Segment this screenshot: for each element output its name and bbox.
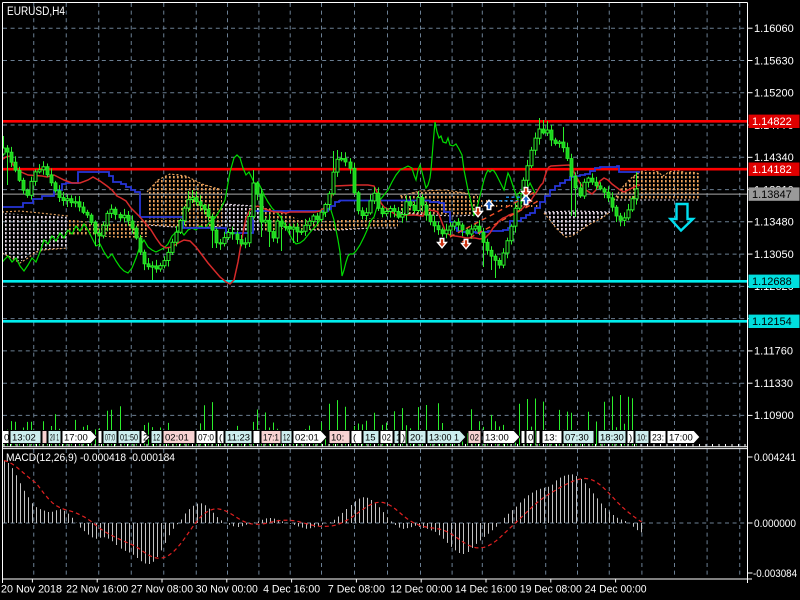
svg-text:0.004241: 0.004241 (754, 452, 796, 464)
svg-text:13:00: 13:00 (485, 433, 509, 444)
svg-text:01:50: 01:50 (120, 433, 138, 444)
svg-text:): ) (629, 433, 632, 444)
svg-text:27 Nov 08:00: 27 Nov 08:00 (131, 584, 193, 596)
svg-text:18:30: 18:30 (600, 433, 624, 444)
svg-text:17:00: 17:00 (64, 433, 88, 444)
svg-text:07:0: 07:0 (198, 433, 214, 444)
svg-text:MACD(12,26,9) -0.000418 -0.000: MACD(12,26,9) -0.000418 -0.000184 (6, 452, 175, 464)
svg-text:11:23: 11:23 (227, 433, 250, 444)
svg-text:1.10900: 1.10900 (754, 410, 794, 422)
svg-text:20:: 20: (410, 433, 423, 444)
svg-text:0: 0 (4, 433, 9, 444)
svg-text:30 Nov 00:00: 30 Nov 00:00 (196, 584, 258, 596)
svg-text:15: 15 (365, 433, 376, 444)
svg-text:2: 2 (143, 433, 148, 444)
svg-text:22 Nov 16:00: 22 Nov 16:00 (66, 584, 128, 596)
svg-text:): ) (402, 433, 405, 444)
svg-text:-0.003084: -0.003084 (753, 568, 797, 580)
svg-text:1.15630: 1.15630 (754, 55, 794, 67)
svg-text:1.11330: 1.11330 (754, 378, 793, 390)
svg-text:13:: 13: (544, 433, 557, 444)
svg-text:13:02: 13:02 (12, 433, 36, 444)
svg-text:1.13050: 1.13050 (754, 249, 794, 261)
svg-text:13:00 1: 13:00 1 (429, 433, 459, 444)
svg-text:14 Dec 16:00: 14 Dec 16:00 (455, 584, 517, 596)
svg-text:24 Dec 00:00: 24 Dec 00:00 (585, 584, 647, 596)
svg-text:10:: 10: (331, 433, 344, 444)
svg-text:1.13480: 1.13480 (754, 217, 794, 229)
svg-text:1.11760: 1.11760 (754, 346, 793, 358)
svg-text:23:: 23: (652, 433, 664, 444)
svg-text:07:30: 07:30 (565, 433, 589, 444)
svg-text:1.14182: 1.14182 (752, 164, 792, 176)
svg-text:1.14822: 1.14822 (752, 116, 792, 128)
svg-text:12 Dec 00:00: 12 Dec 00:00 (390, 584, 452, 596)
svg-text:12: 12 (283, 433, 290, 444)
svg-text:17:1: 17:1 (263, 433, 279, 444)
svg-text:1.16060: 1.16060 (754, 23, 794, 35)
svg-text:1.12688: 1.12688 (752, 276, 792, 288)
svg-text:02: 02 (470, 433, 479, 444)
svg-text:12: 12 (153, 433, 160, 444)
svg-text:10:: 10: (637, 433, 647, 444)
svg-text:EURUSD,H4: EURUSD,H4 (7, 6, 66, 18)
svg-text:1.14340: 1.14340 (754, 152, 794, 164)
svg-text:4 Dec 16:00: 4 Dec 16:00 (263, 584, 320, 596)
svg-text:02: 02 (382, 433, 391, 444)
svg-text:0.000000: 0.000000 (754, 518, 796, 530)
svg-text:19 Dec 08:00: 19 Dec 08:00 (520, 584, 582, 596)
svg-text:20 1: 20 1 (50, 433, 59, 444)
svg-text:1.13847: 1.13847 (752, 189, 792, 201)
svg-text:02:01: 02:01 (295, 433, 319, 444)
svg-text:20 Nov 2018: 20 Nov 2018 (1, 584, 62, 596)
svg-text:7 Dec 08:00: 7 Dec 08:00 (328, 584, 385, 596)
svg-text:1.12154: 1.12154 (752, 316, 792, 328)
svg-text:1.15200: 1.15200 (754, 88, 794, 100)
svg-text:17:00: 17:00 (669, 433, 693, 444)
svg-text:07:0: 07:0 (105, 433, 115, 444)
svg-text:02:01: 02:01 (165, 433, 189, 444)
svg-text:0: 0 (528, 433, 533, 444)
